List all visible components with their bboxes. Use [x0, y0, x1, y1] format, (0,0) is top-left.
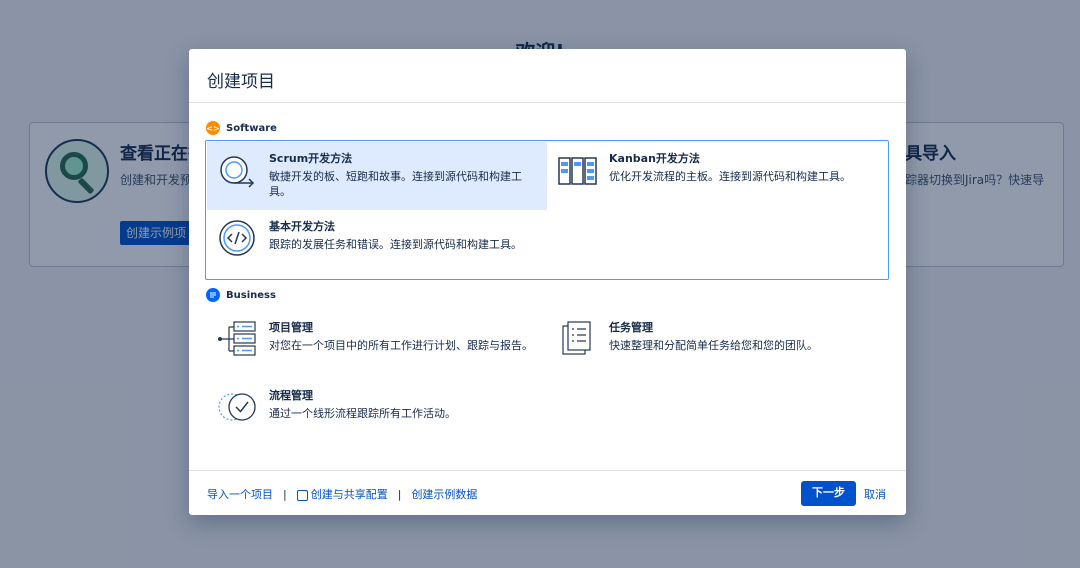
option-description: 快速整理和分配简单任务给您和您的团队。 — [609, 339, 818, 352]
dialog-title: 创建项目 — [207, 72, 275, 92]
create-sample-data-link[interactable]: 创建示例数据 — [411, 486, 477, 502]
checkmark-circle-icon — [218, 393, 256, 421]
option-title: Kanban开发方法 — [609, 152, 700, 165]
footer-links: 导入一个项目 | 创建与共享配置 | 创建示例数据 — [207, 486, 477, 502]
business-section-label: Business — [206, 288, 276, 302]
cancel-button[interactable]: 取消 — [864, 486, 886, 502]
task-list-icon — [562, 321, 591, 355]
copy-icon — [296, 489, 308, 501]
option-scrum[interactable]: Scrum开发方法 敏捷开发的板、短跑和故事。连接到源代码和构建工具。 — [207, 142, 547, 210]
dialog-header: 创建项目 — [189, 49, 906, 103]
import-project-link[interactable]: 导入一个项目 — [207, 486, 273, 502]
option-kanban[interactable]: Kanban开发方法 优化开发流程的主板。连接到源代码和构建工具。 — [547, 142, 877, 210]
create-shared-config-link[interactable]: 创建与共享配置 — [311, 486, 388, 502]
code-circle-icon — [219, 220, 255, 256]
project-tree-icon — [218, 321, 256, 356]
option-title: Scrum开发方法 — [269, 152, 353, 165]
option-description: 敏捷开发的板、短跑和故事。连接到源代码和构建工具。 — [269, 170, 522, 198]
footer-separator: | — [397, 487, 402, 501]
option-title: 任务管理 — [609, 321, 653, 334]
option-description: 优化开发流程的主板。连接到源代码和构建工具。 — [609, 170, 851, 183]
option-process-management[interactable]: 流程管理 通过一个线形流程跟踪所有工作活动。 — [207, 379, 547, 447]
software-section-label: <> Software — [206, 121, 277, 135]
option-title: 基本开发方法 — [269, 220, 335, 233]
scrum-cycle-icon — [220, 156, 255, 188]
footer-separator: | — [283, 487, 287, 501]
business-label-text: Business — [226, 289, 276, 301]
kanban-board-icon — [558, 157, 597, 185]
option-project-management[interactable]: 项目管理 对您在一个项目中的所有工作进行计划、跟踪与报告。 — [207, 311, 547, 379]
option-task-management[interactable]: 任务管理 快速整理和分配简单任务给您和您的团队。 — [547, 311, 877, 379]
software-label-text: Software — [226, 122, 277, 134]
option-description: 跟踪的发展任务和错误。连接到源代码和构建工具。 — [269, 238, 522, 251]
next-button[interactable]: 下一步 — [801, 481, 856, 506]
create-project-dialog: 创建项目 <> Software Scrum开发方法 敏捷开发的板、短跑和故事。… — [189, 49, 906, 515]
option-description: 通过一个线形流程跟踪所有工作活动。 — [269, 407, 456, 420]
document-lines-icon — [206, 288, 220, 302]
option-basic[interactable]: 基本开发方法 跟踪的发展任务和错误。连接到源代码和构建工具。 — [207, 210, 547, 278]
option-title: 项目管理 — [269, 321, 313, 334]
code-brackets-icon: <> — [206, 121, 220, 135]
option-title: 流程管理 — [269, 389, 313, 402]
dialog-footer: 导入一个项目 | 创建与共享配置 | 创建示例数据 下一步 取消 — [189, 470, 906, 515]
option-description: 对您在一个项目中的所有工作进行计划、跟踪与报告。 — [269, 339, 533, 352]
